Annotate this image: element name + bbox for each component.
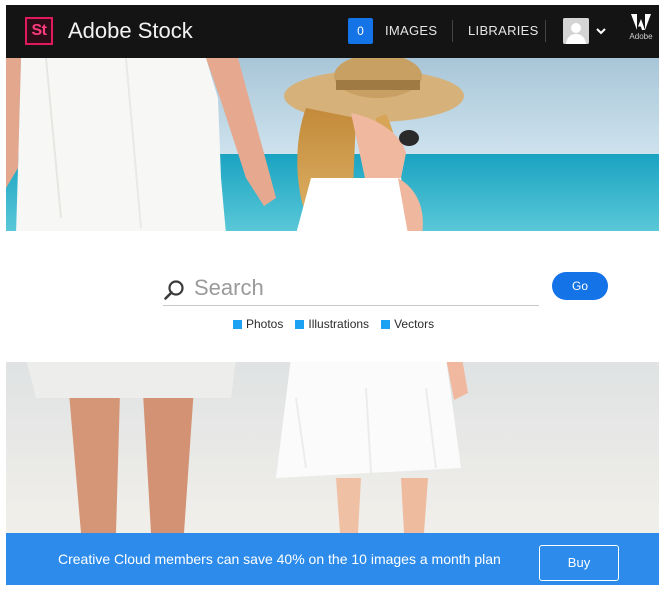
filter-photos[interactable]: Photos	[233, 317, 283, 331]
asset-type-filters: Photos Illustrations Vectors	[233, 316, 434, 332]
filter-vectors[interactable]: Vectors	[381, 317, 434, 331]
adobe-stock-page: St Adobe Stock 0 IMAGES LIBRARIES Adobe	[6, 5, 659, 585]
buy-button[interactable]: Buy	[539, 545, 619, 581]
nav-libraries-link[interactable]: LIBRARIES	[468, 18, 539, 44]
promo-text: Creative Cloud members can save 40% on t…	[58, 551, 501, 567]
go-button[interactable]: Go	[552, 272, 608, 300]
search-panel: Go Photos Illustrations Vectors	[6, 231, 659, 362]
filter-illustrations-label: Illustrations	[308, 317, 370, 331]
filter-photos-label: Photos	[246, 317, 284, 331]
images-count-badge[interactable]: 0	[348, 18, 373, 44]
header-divider	[452, 20, 453, 42]
nav-images-link[interactable]: IMAGES	[385, 18, 437, 44]
user-avatar[interactable]	[563, 18, 589, 44]
adobe-stock-logo[interactable]: St	[25, 17, 53, 45]
chevron-down-icon[interactable]	[595, 26, 607, 36]
search-underline	[163, 305, 539, 306]
filter-illustrations[interactable]: Illustrations	[295, 317, 369, 331]
illustrations-checkbox[interactable]	[295, 319, 305, 329]
photos-checkbox[interactable]	[233, 319, 242, 329]
filter-vectors-label: Vectors	[394, 317, 435, 331]
adobe-icon	[631, 14, 651, 30]
header-divider	[545, 20, 546, 42]
top-header: St Adobe Stock 0 IMAGES LIBRARIES Adobe	[6, 5, 659, 58]
user-icon	[563, 18, 589, 44]
vectors-checkbox[interactable]	[381, 319, 391, 329]
search-input[interactable]	[194, 272, 534, 304]
adobe-label: Adobe	[629, 32, 653, 41]
brand-name[interactable]: Adobe Stock	[68, 17, 193, 45]
promo-bar: Creative Cloud members can save 40% on t…	[6, 533, 659, 585]
search-icon[interactable]	[163, 279, 185, 301]
adobe-logo[interactable]: Adobe	[626, 14, 656, 50]
